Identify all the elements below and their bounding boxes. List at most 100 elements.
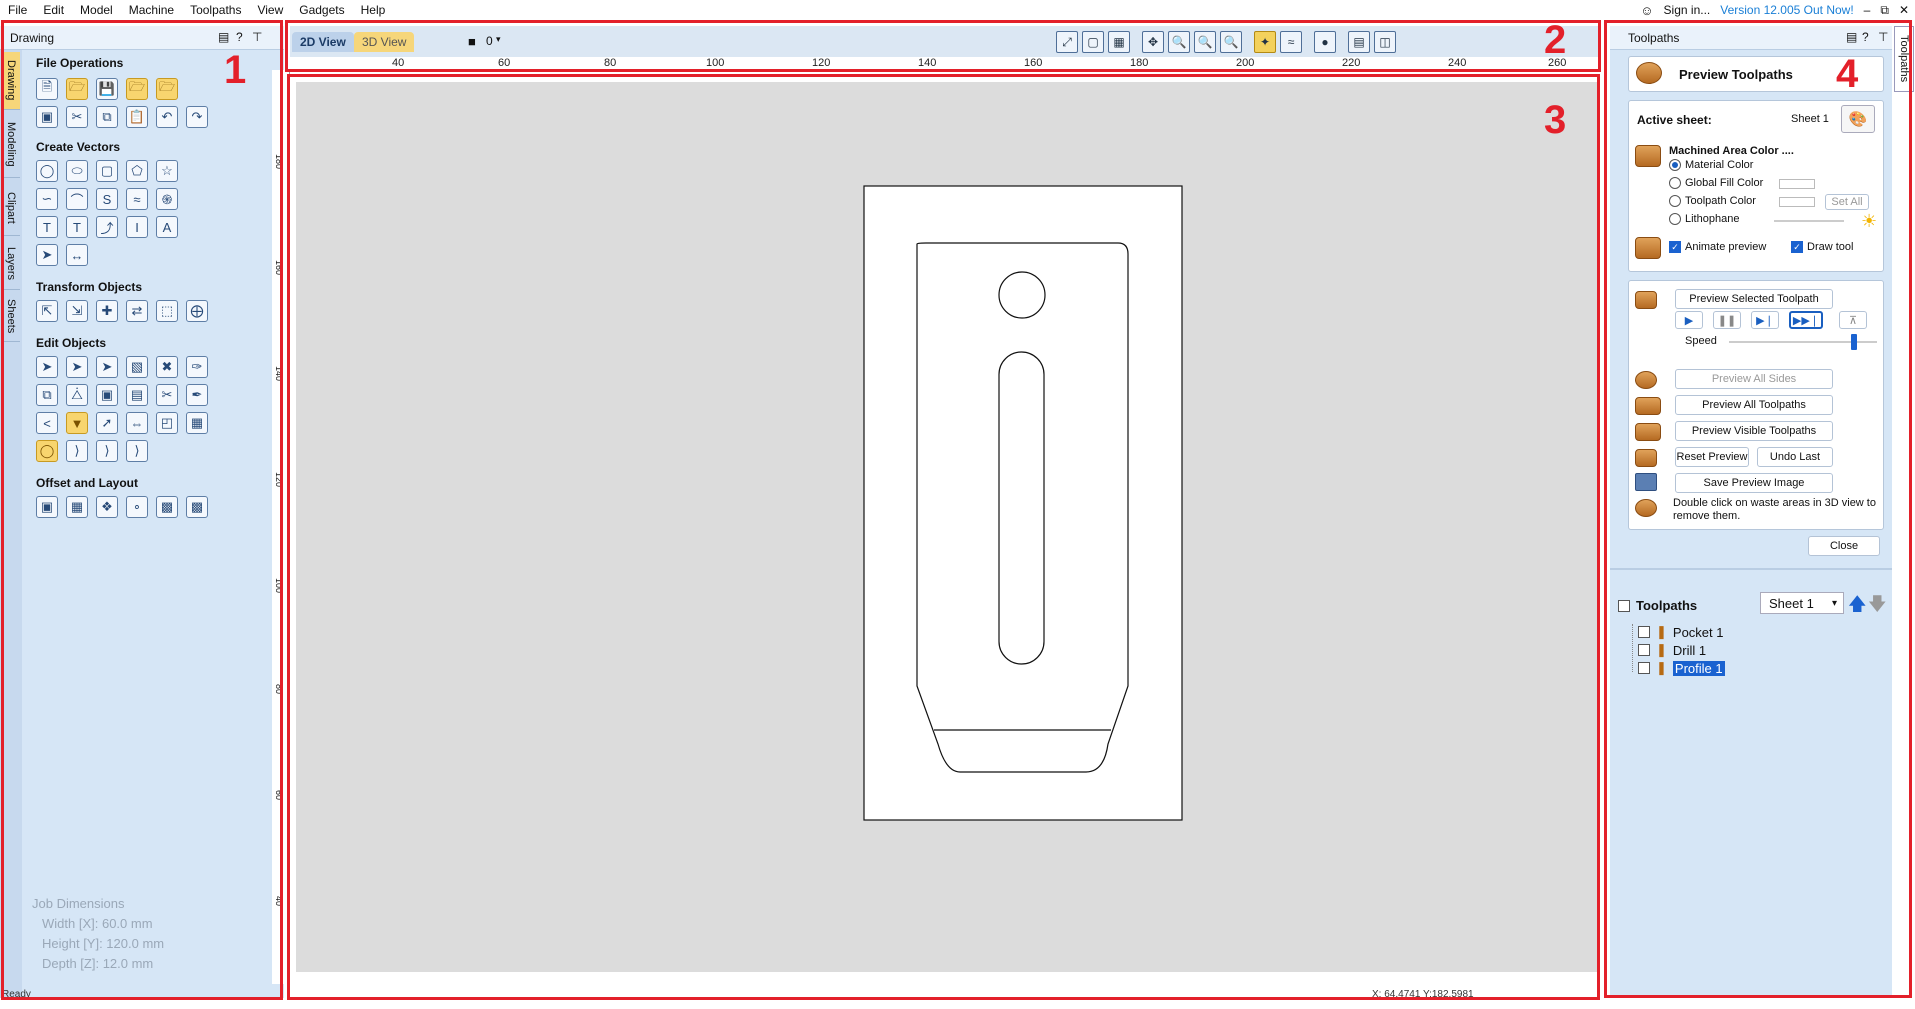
reset-preview-button[interactable]: Reset Preview	[1675, 447, 1749, 467]
ellipse-icon[interactable]: ⬭	[66, 160, 88, 182]
sheet-select[interactable]: Sheet 1 ▾	[1760, 592, 1844, 614]
grid-icon[interactable]: ▦	[1108, 31, 1130, 53]
snap-icon[interactable]: ✦	[1254, 31, 1276, 53]
set-all-button[interactable]: Set All	[1825, 194, 1869, 210]
radio-lithophane[interactable]: Lithophane	[1669, 213, 1739, 225]
subtract-icon[interactable]: ⧊	[66, 384, 88, 406]
user-icon[interactable]: ☺	[1640, 3, 1653, 18]
layer-dropdown[interactable]: 0	[486, 34, 493, 48]
polyline-icon[interactable]: ∽	[36, 188, 58, 210]
bulb-icon[interactable]: ●	[1314, 31, 1336, 53]
close-button[interactable]: Close	[1808, 536, 1880, 556]
import-bitmap-icon[interactable]: 🗁	[156, 78, 178, 100]
preview-all-toolpaths-button[interactable]: Preview All Toolpaths	[1675, 395, 1833, 415]
version-link[interactable]: Version 12.005 Out Now!	[1720, 3, 1853, 17]
vertical-split-icon[interactable]: ◫	[1374, 31, 1396, 53]
tbone-icon[interactable]: ⟩	[126, 440, 148, 462]
wave-icon[interactable]: ≈	[126, 188, 148, 210]
lithophane-slider[interactable]	[1774, 220, 1844, 222]
global-fill-color-swatch[interactable]	[1779, 179, 1815, 189]
text-box-icon[interactable]: T	[66, 216, 88, 238]
extend-icon[interactable]: ⇔	[126, 412, 148, 434]
panel-pin-icon[interactable]: ▤	[218, 30, 229, 44]
vector-validator-icon[interactable]: ✑	[186, 356, 208, 378]
offset-vector-icon[interactable]: ◯	[36, 440, 58, 462]
node-edit-icon[interactable]: ➤	[66, 356, 88, 378]
chevron-down-icon[interactable]: ▾	[496, 34, 501, 45]
panel-pin-icon[interactable]: ▤	[1846, 30, 1857, 44]
smooth-icon[interactable]: ➚	[96, 412, 118, 434]
zoom-box-icon[interactable]: 🔍	[1168, 31, 1190, 53]
tab-3d-view[interactable]: 3D View	[354, 32, 415, 52]
undo-icon[interactable]: ↶	[156, 106, 178, 128]
pushpin-icon[interactable]: ⊤	[252, 30, 262, 44]
curve-fit-icon[interactable]: ◰	[156, 412, 178, 434]
toolpath-visibility-icon[interactable]: ≈	[1280, 31, 1302, 53]
tab-clipart[interactable]: Clipart	[2, 180, 20, 236]
paste-icon[interactable]: 📋	[126, 106, 148, 128]
draw-tool-checkbox[interactable]: ✓ Draw tool	[1791, 241, 1853, 253]
fast-forward-icon[interactable]: ▶▶❘	[1789, 311, 1823, 329]
drawing-canvas[interactable]	[296, 82, 1598, 979]
select-icon[interactable]: ➤	[36, 356, 58, 378]
toolpath-item[interactable]: ❚ Pocket 1	[1638, 624, 1724, 640]
curve-icon[interactable]: S	[96, 188, 118, 210]
preview-selected-button[interactable]: Preview Selected Toolpath	[1675, 289, 1833, 309]
layer-icon[interactable]: ■	[468, 34, 476, 49]
transform-mode-icon[interactable]: ➤	[96, 356, 118, 378]
scale-icon[interactable]: ⇲	[66, 300, 88, 322]
open-file-icon[interactable]: 🗁	[66, 78, 88, 100]
zoom-out-icon[interactable]: 🔍	[1194, 31, 1216, 53]
toolpaths-all-checkbox[interactable]: Toolpaths	[1618, 598, 1697, 613]
spiral-icon[interactable]: ֍	[156, 188, 178, 210]
import-icon[interactable]: 🗁	[126, 78, 148, 100]
distort-icon[interactable]: ⬚	[156, 300, 178, 322]
delete-duplicates-icon[interactable]: ✖	[156, 356, 178, 378]
zoom-material-icon[interactable]: ▢	[1082, 31, 1104, 53]
circle-icon[interactable]: ◯	[36, 160, 58, 182]
tab-2d-view[interactable]: 2D View	[292, 32, 354, 52]
help-icon[interactable]: ?	[236, 30, 243, 44]
pushpin-icon[interactable]: ⊤	[1878, 30, 1888, 44]
move-icon[interactable]: ⇱	[36, 300, 58, 322]
redo-icon[interactable]: ↷	[186, 106, 208, 128]
join-icon[interactable]: <	[36, 412, 58, 434]
measure-icon[interactable]: ↔	[66, 244, 88, 266]
toolpath-color-swatch[interactable]	[1779, 197, 1815, 207]
save-preview-button[interactable]: Save Preview Image	[1675, 473, 1833, 493]
menu-edit[interactable]: Edit	[35, 3, 72, 17]
pan-icon[interactable]: ✥	[1142, 31, 1164, 53]
text-icon[interactable]: T	[36, 216, 58, 238]
animate-checkbox[interactable]: ✓ Animate preview	[1669, 241, 1766, 253]
menu-machine[interactable]: Machine	[121, 3, 182, 17]
offset-icon[interactable]: ▣	[36, 496, 58, 518]
tab-sheets[interactable]: Sheets	[2, 292, 20, 342]
close-vector-icon[interactable]: ▼	[66, 412, 88, 434]
interactive-trim-icon[interactable]: ▧	[126, 356, 148, 378]
palette-icon[interactable]: 🎨	[1841, 105, 1875, 133]
help-icon[interactable]: ?	[1862, 30, 1869, 44]
radio-material-color[interactable]: Material Color	[1669, 159, 1753, 171]
center-icon[interactable]: ⨁	[186, 300, 208, 322]
tab-modeling[interactable]: Modeling	[2, 112, 20, 178]
move-up-icon[interactable]: 🡅	[1848, 592, 1867, 622]
close-window-button[interactable]: ✕	[1899, 3, 1909, 17]
rectangle-icon[interactable]: ▢	[96, 160, 118, 182]
step-icon[interactable]: ▶❘	[1751, 311, 1779, 329]
fill-pattern-icon[interactable]: ▩	[186, 496, 208, 518]
copy-along-vectors-icon[interactable]: ∘	[126, 496, 148, 518]
menu-file[interactable]: File	[0, 3, 35, 17]
restore-button[interactable]: ⧉	[1880, 3, 1889, 18]
zoom-fit-icon[interactable]: ⤢	[1056, 31, 1078, 53]
text-on-curve-icon[interactable]: ⤴	[96, 216, 118, 238]
weld-icon[interactable]: ⧉	[36, 384, 58, 406]
arc-icon[interactable]: ⌒	[66, 188, 88, 210]
minimize-button[interactable]: –	[1864, 3, 1871, 17]
polygon-icon[interactable]: ⬠	[126, 160, 148, 182]
menu-model[interactable]: Model	[72, 3, 121, 17]
star-icon[interactable]: ☆	[156, 160, 178, 182]
radio-global-fill[interactable]: Global Fill Color	[1669, 177, 1763, 189]
tab-drawing[interactable]: Drawing	[2, 52, 20, 110]
bend-text-icon[interactable]: A	[156, 216, 178, 238]
menu-help[interactable]: Help	[353, 3, 394, 17]
